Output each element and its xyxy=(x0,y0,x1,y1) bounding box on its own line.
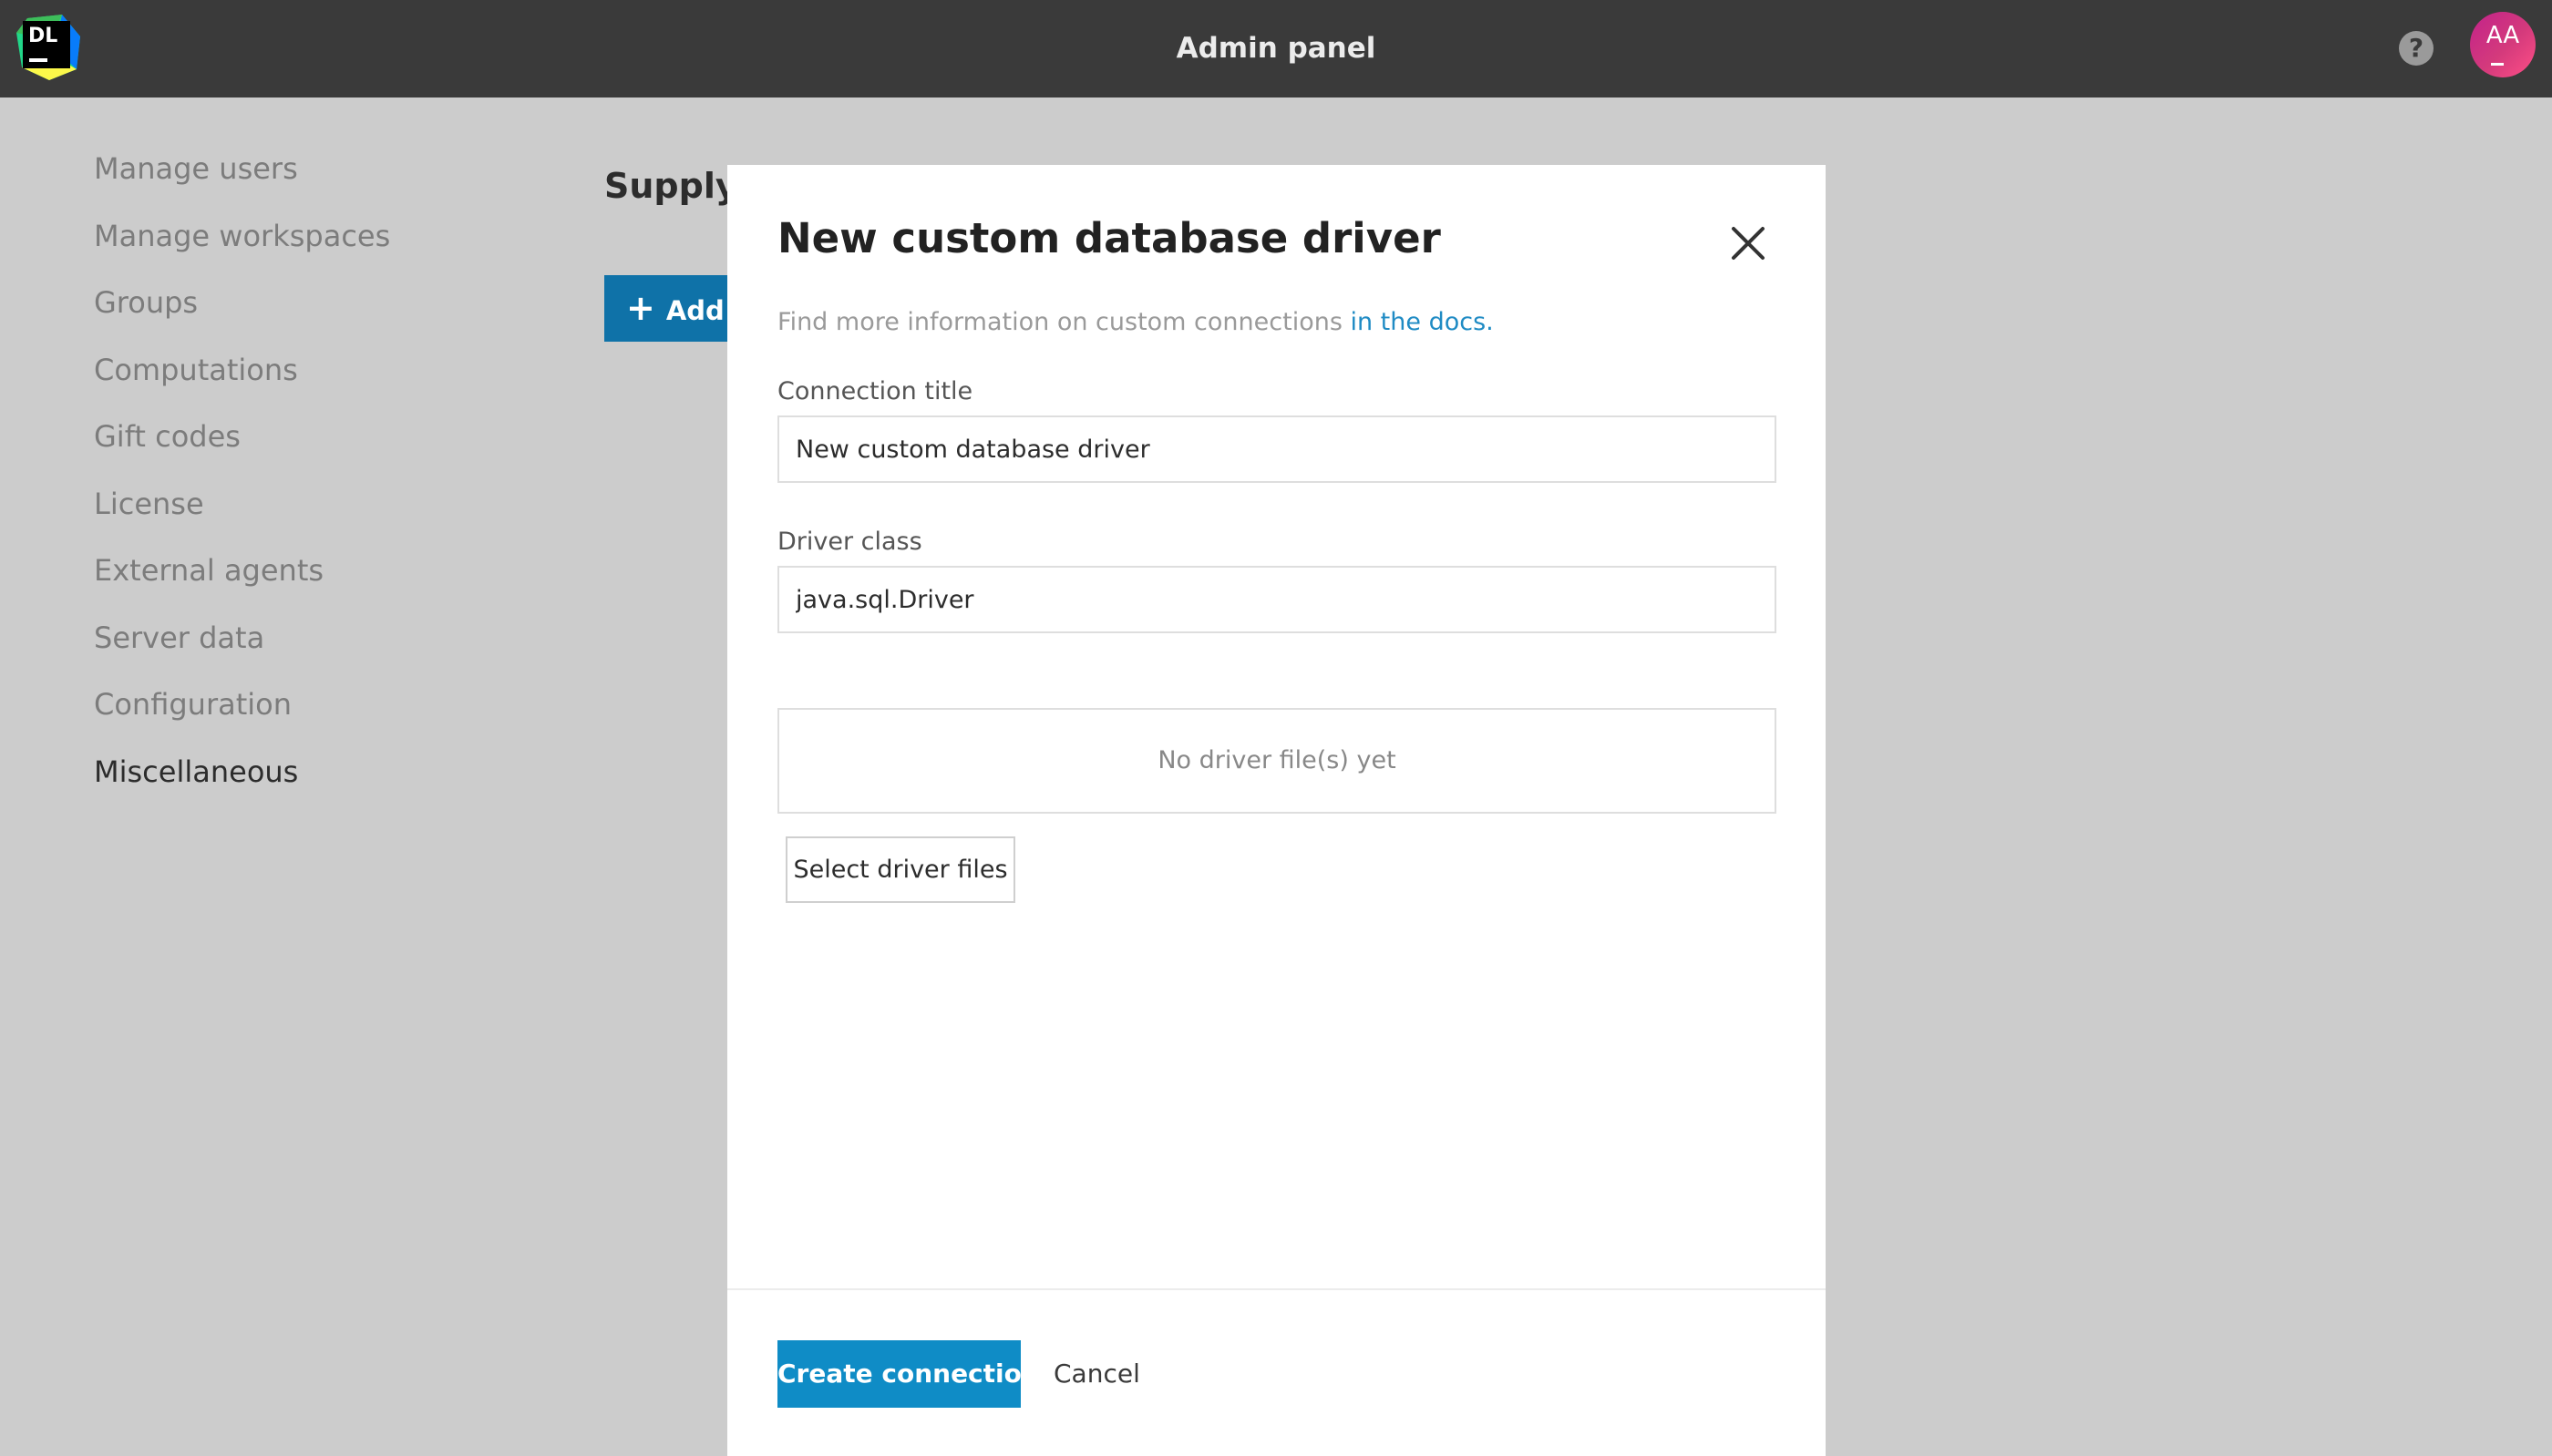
page-title: Admin panel xyxy=(1176,32,1376,65)
sidebar-item-computations[interactable]: Computations xyxy=(94,353,390,420)
sidebar-item-configuration[interactable]: Configuration xyxy=(94,687,390,754)
connection-title-label: Connection title xyxy=(777,377,973,405)
top-bar: DL Admin panel ? AA xyxy=(0,0,2552,97)
avatar-underline xyxy=(2491,63,2504,66)
create-connection-button[interactable]: Create connection xyxy=(777,1340,1040,1408)
driver-class-label: Driver class xyxy=(777,528,922,556)
hint-suffix: . xyxy=(1486,308,1494,336)
docs-link[interactable]: in the docs xyxy=(1350,308,1486,336)
hint-text: Find more information on custom connecti… xyxy=(777,308,1351,336)
dialog-hint: Find more information on custom connecti… xyxy=(777,308,1494,336)
dialog-title: New custom database driver xyxy=(777,214,1441,262)
connection-title-input[interactable] xyxy=(777,415,1776,483)
sidebar-item-external-agents[interactable]: External agents xyxy=(94,553,390,620)
sidebar-item-license[interactable]: License xyxy=(94,487,390,554)
plus-icon: + xyxy=(626,288,655,328)
sidebar-item-groups[interactable]: Groups xyxy=(94,285,390,353)
sidebar: Manage users Manage workspaces Groups Co… xyxy=(94,151,390,821)
section-title: Supply xyxy=(604,166,738,206)
driver-files-list: No driver file(s) yet xyxy=(777,708,1776,814)
footer-divider xyxy=(727,1288,1826,1290)
sidebar-item-manage-users[interactable]: Manage users xyxy=(94,151,390,219)
new-driver-dialog: New custom database driver Find more inf… xyxy=(727,165,1826,1456)
driver-class-input[interactable] xyxy=(777,566,1776,633)
cancel-button[interactable]: Cancel xyxy=(1054,1340,1140,1408)
sidebar-item-server-data[interactable]: Server data xyxy=(94,620,390,688)
help-icon[interactable]: ? xyxy=(2399,31,2434,66)
sidebar-item-gift-codes[interactable]: Gift codes xyxy=(94,419,390,487)
avatar[interactable]: AA xyxy=(2470,12,2536,77)
select-driver-files-button[interactable]: Select driver files xyxy=(786,836,1015,903)
close-icon[interactable] xyxy=(1728,223,1768,263)
avatar-initials: AA xyxy=(2485,22,2520,49)
sidebar-item-manage-workspaces[interactable]: Manage workspaces xyxy=(94,219,390,286)
sidebar-item-miscellaneous[interactable]: Miscellaneous xyxy=(94,754,390,822)
